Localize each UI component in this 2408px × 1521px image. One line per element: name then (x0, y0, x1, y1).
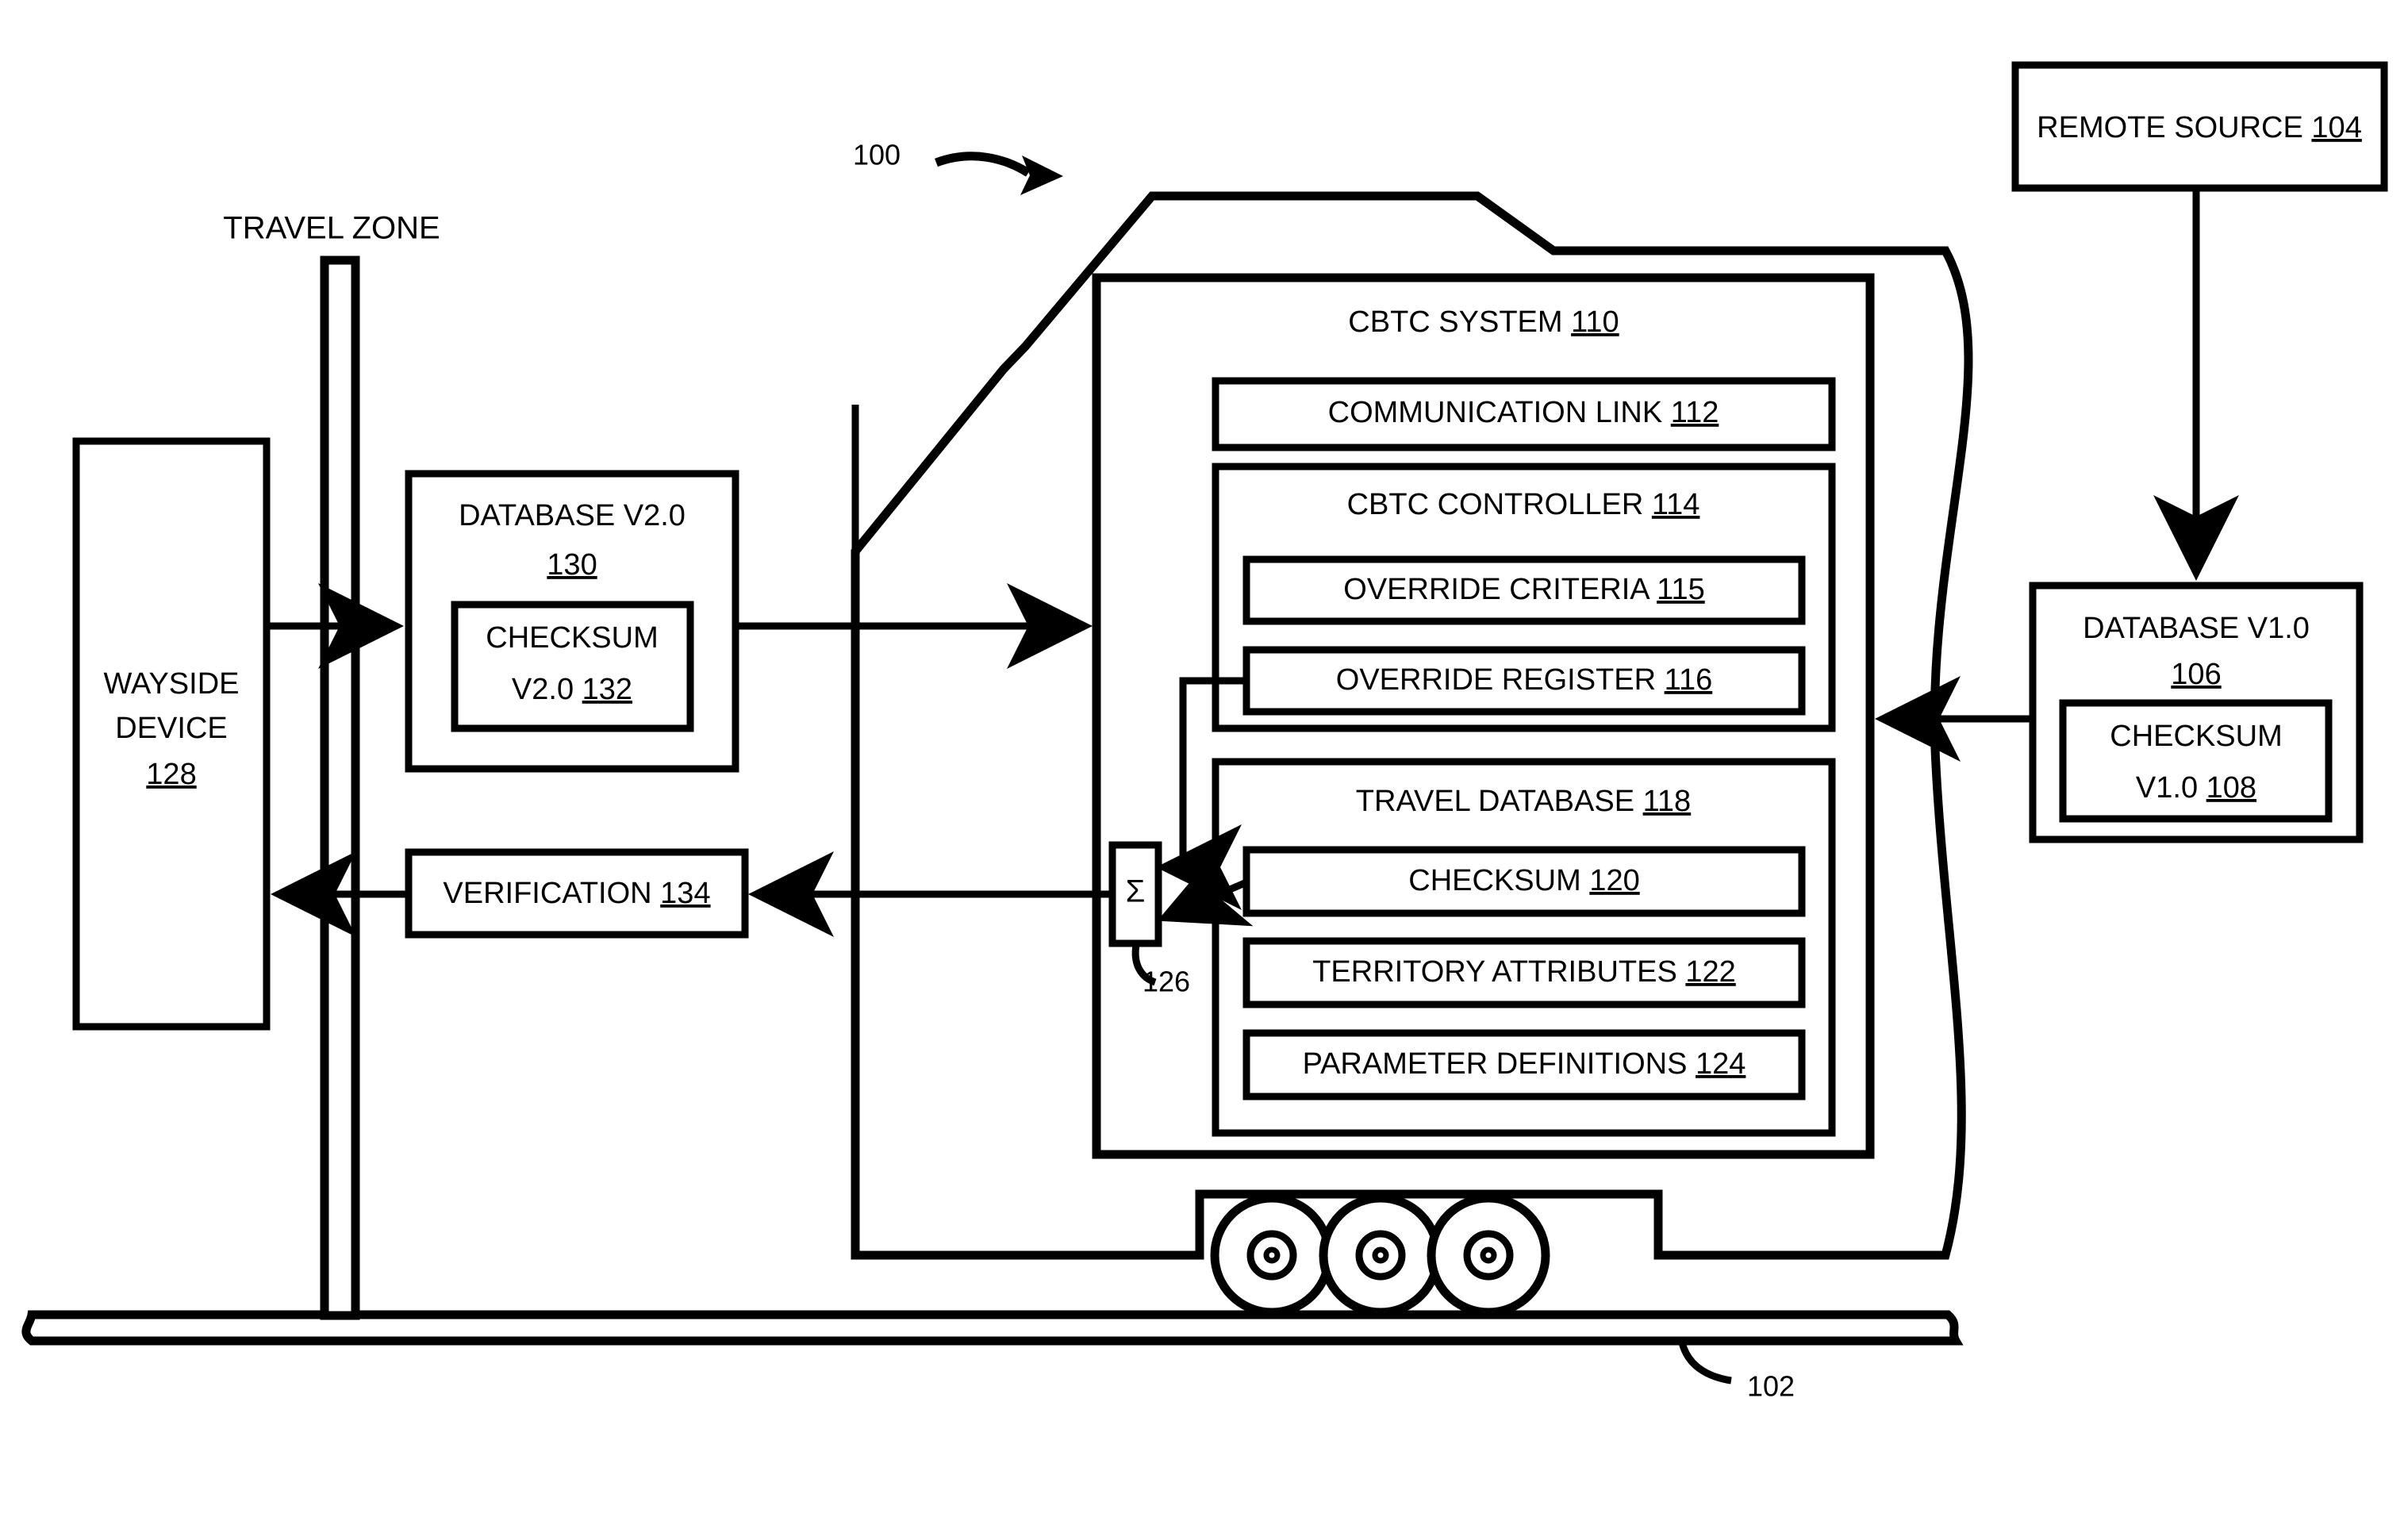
checksum-v2-version-ref: V2.0 132 (512, 673, 632, 706)
parameter-definitions-label: PARAMETER DEFINITIONS 124 (1303, 1047, 1746, 1081)
communication-link-box[interactable]: COMMUNICATION LINK 112 (1212, 377, 1836, 451)
parameter-definitions-box[interactable]: PARAMETER DEFINITIONS 124 (1242, 1029, 1806, 1100)
travel-zone-pole (320, 255, 360, 1320)
wheel-1 (1210, 1193, 1334, 1317)
cbtc-system-box[interactable]: CBTC SYSTEM 110 COMMUNICATION LINK 112 C… (1092, 273, 1875, 1159)
database-v2-box[interactable]: DATABASE V2.0 130 CHECKSUM V2.0 132 (405, 470, 739, 773)
figure-ref-arrow (935, 152, 1063, 195)
override-register-label: OVERRIDE REGISTER 116 (1336, 663, 1712, 697)
travel-database-checksum-box[interactable]: CHECKSUM 120 (1242, 846, 1806, 917)
sum-node-ref-label: 126 (1143, 966, 1190, 998)
sum-node-symbol: Σ (1126, 874, 1146, 909)
checksum-v1-version-ref: V1.0 108 (2136, 771, 2256, 805)
database-v1-box[interactable]: DATABASE V1.0 106 CHECKSUM V1.0 108 (2029, 582, 2364, 843)
database-v2-ref: 130 (547, 548, 597, 582)
checksum-v1-label: CHECKSUM (2110, 720, 2282, 753)
checksum-v1-box[interactable]: CHECKSUM V1.0 108 (2059, 699, 2333, 823)
cbtc-controller-title: CBTC CONTROLLER 114 (1347, 488, 1700, 521)
verification-label: VERIFICATION 134 (443, 877, 710, 910)
override-criteria-label: OVERRIDE CRITERIA 115 (1343, 573, 1704, 606)
patent-figure: 102 TRAVEL ZONE WAYSIDE DEVICE 128 DATAB… (0, 0, 2408, 1521)
remote-source-label: REMOTE SOURCE 104 (2037, 111, 2362, 144)
travel-database-title: TRAVEL DATABASE 118 (1356, 785, 1691, 818)
figure-ref-label: 100 (853, 139, 901, 171)
override-register-box[interactable]: OVERRIDE REGISTER 116 (1242, 646, 1806, 716)
cbtc-controller-box[interactable]: CBTC CONTROLLER 114 OVERRIDE CRITERIA 11… (1212, 463, 1836, 732)
database-v1-ref: 106 (2171, 658, 2221, 691)
wayside-device-ref: 128 (146, 758, 196, 791)
database-v1-title: DATABASE V1.0 (2083, 612, 2310, 645)
sum-node-box[interactable]: Σ (1108, 841, 1162, 947)
wheel-2 (1319, 1193, 1442, 1317)
wayside-device-label-line1: WAYSIDE (103, 667, 239, 701)
travel-database-checksum-label: CHECKSUM 120 (1408, 864, 1639, 897)
diagram-canvas: 102 TRAVEL ZONE WAYSIDE DEVICE 128 DATAB… (21, 61, 2388, 1403)
territory-attributes-label: TERRITORY ATTRIBUTES 122 (1312, 955, 1736, 989)
travel-zone-label: TRAVEL ZONE (223, 211, 440, 246)
wayside-device-box[interactable]: WAYSIDE DEVICE 128 (72, 437, 271, 1031)
territory-attributes-box[interactable]: TERRITORY ATTRIBUTES 122 (1242, 937, 1806, 1008)
track-ref-label: 102 (1747, 1370, 1795, 1403)
travel-database-box[interactable]: TRAVEL DATABASE 118 CHECKSUM 120 TERRITO… (1212, 758, 1836, 1137)
override-criteria-box[interactable]: OVERRIDE CRITERIA 115 (1242, 555, 1806, 625)
database-v2-title: DATABASE V2.0 (459, 499, 686, 532)
cbtc-system-title: CBTC SYSTEM 110 (1348, 305, 1619, 339)
wayside-device-label-line2: DEVICE (115, 712, 227, 745)
remote-source-box[interactable]: REMOTE SOURCE 104 (2011, 61, 2388, 192)
track-rail (21, 1310, 1964, 1346)
communication-link-label: COMMUNICATION LINK 112 (1328, 396, 1719, 429)
train-wheels (1210, 1193, 1550, 1317)
wheel-3 (1427, 1193, 1550, 1317)
verification-box[interactable]: VERIFICATION 134 (405, 848, 749, 939)
track-ref-leader (1678, 1341, 1732, 1385)
checksum-v2-label: CHECKSUM (486, 621, 658, 655)
checksum-v2-box[interactable]: CHECKSUM V2.0 132 (451, 601, 694, 732)
